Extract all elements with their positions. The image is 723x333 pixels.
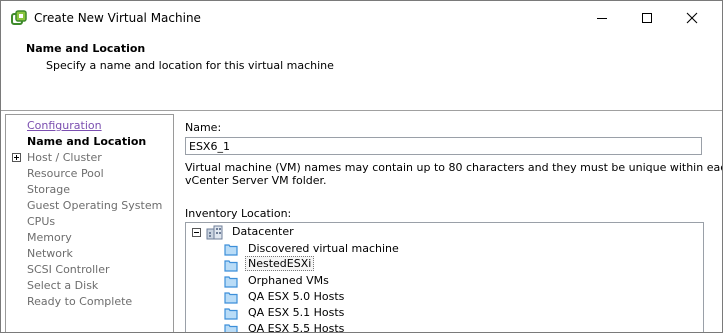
inventory-tree[interactable]: Datacenter Discovered virtual machine Ne… [185, 222, 704, 333]
tree-item[interactable]: Orphaned VMs [224, 273, 664, 289]
page-subtitle: Specify a name and location for this vir… [46, 59, 334, 72]
nav-step-memory: Memory [27, 231, 72, 244]
name-hint: Virtual machine (VM) names may contain u… [185, 161, 723, 187]
minimize-icon [597, 18, 607, 19]
maximize-button[interactable] [625, 5, 669, 31]
close-button[interactable] [670, 5, 714, 31]
tree-item-label: Orphaned VMs [248, 274, 329, 287]
folder-icon [224, 260, 238, 272]
nav-step-host-cluster: Host / Cluster [27, 151, 102, 164]
tree-item-label: NestedESXi [245, 256, 315, 271]
tree-item[interactable]: QA ESX 5.5 Hosts [224, 321, 664, 333]
name-label: Name: [185, 121, 222, 134]
create-vm-window: Create New Virtual Machine Name and Loca… [0, 0, 723, 333]
inventory-location-label: Inventory Location: [185, 207, 292, 220]
folder-icon [224, 276, 238, 288]
nav-step-configuration[interactable]: Configuration [27, 119, 102, 132]
folder-icon [224, 308, 238, 320]
folder-icon [224, 324, 238, 332]
window-title: Create New Virtual Machine [34, 11, 201, 25]
wizard-steps-nav: Configuration Name and Location Host / C… [5, 114, 174, 332]
tree-item-label: QA ESX 5.0 Hosts [248, 290, 345, 303]
tree-item-label: Discovered virtual machine [248, 242, 399, 255]
folder-icon [224, 292, 238, 304]
title-bar: Create New Virtual Machine [1, 1, 722, 35]
name-hint-line-2: vCenter Server VM folder. [185, 174, 327, 187]
vsphere-app-icon [11, 10, 27, 25]
nav-step-guest-os: Guest Operating System [27, 199, 163, 212]
nav-step-storage: Storage [27, 183, 71, 196]
tree-item-label: QA ESX 5.1 Hosts [248, 306, 345, 319]
nav-step-select-disk: Select a Disk [27, 279, 99, 292]
tree-item[interactable]: QA ESX 5.1 Hosts [224, 305, 664, 321]
main-panel: Name: Virtual machine (VM) names may con… [177, 114, 723, 333]
tree-item[interactable]: QA ESX 5.0 Hosts [224, 289, 664, 305]
tree-item[interactable]: Discovered virtual machine [224, 241, 664, 257]
expand-icon[interactable] [12, 153, 21, 162]
maximize-icon [642, 13, 652, 23]
datacenter-icon [206, 225, 223, 240]
nav-step-resource-pool: Resource Pool [27, 167, 104, 180]
wizard-header: Name and Location Specify a name and loc… [1, 35, 722, 111]
nav-step-ready-to-complete: Ready to Complete [27, 295, 133, 308]
folder-icon [224, 244, 238, 256]
vm-name-input[interactable] [185, 137, 702, 155]
nav-step-scsi-controller: SCSI Controller [27, 263, 110, 276]
nav-step-name-and-location: Name and Location [27, 135, 147, 148]
close-icon [686, 12, 698, 24]
page-title: Name and Location [26, 42, 146, 55]
tree-item-label: QA ESX 5.5 Hosts [248, 322, 345, 333]
minimize-button[interactable] [580, 5, 624, 31]
name-hint-line-1: Virtual machine (VM) names may contain u… [185, 161, 723, 174]
tree-root-datacenter[interactable]: Datacenter [232, 225, 294, 238]
collapse-icon[interactable] [192, 228, 201, 237]
tree-item[interactable]: NestedESXi [224, 256, 664, 273]
nav-step-cpus: CPUs [27, 215, 56, 228]
nav-step-network: Network [27, 247, 73, 260]
